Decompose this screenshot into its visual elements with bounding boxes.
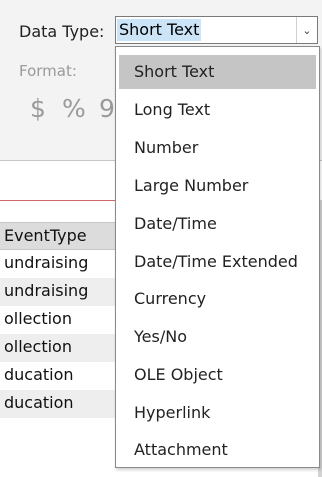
format-label: Format: — [19, 62, 77, 80]
dropdown-option[interactable]: Date/Time Extended — [119, 245, 316, 279]
data-type-label: Data Type: — [19, 22, 105, 41]
comma-style-icon[interactable]: 9 — [99, 94, 115, 123]
dropdown-option[interactable]: OLE Object — [119, 358, 316, 392]
data-type-dropdown-list[interactable]: Short Text Long Text Number Large Number… — [115, 46, 320, 468]
data-type-select[interactable]: Short Text ⌄ — [115, 16, 318, 44]
dropdown-option[interactable]: Short Text — [119, 55, 316, 89]
dropdown-option[interactable]: Yes/No — [119, 320, 316, 354]
dropdown-option[interactable]: Large Number — [119, 169, 316, 203]
table-cell[interactable]: ducation — [4, 365, 74, 384]
percent-icon[interactable]: % — [62, 94, 86, 123]
table-cell[interactable]: ollection — [4, 337, 72, 356]
dropdown-option[interactable]: Date/Time — [119, 207, 316, 241]
dropdown-option[interactable]: Currency — [119, 282, 316, 316]
dropdown-option[interactable]: Hyperlink — [119, 396, 316, 430]
data-type-value: Short Text — [117, 19, 202, 41]
dropdown-option[interactable]: Long Text — [119, 93, 316, 127]
chevron-down-icon[interactable]: ⌄ — [296, 17, 317, 43]
table-cell[interactable]: ducation — [4, 393, 74, 412]
currency-icon[interactable]: $ — [30, 94, 46, 123]
table-cell[interactable]: undraising — [4, 253, 88, 272]
table-cell[interactable]: ollection — [4, 309, 72, 328]
dropdown-option[interactable]: Attachment — [119, 433, 316, 467]
dropdown-option[interactable]: Number — [119, 131, 316, 165]
table-cell[interactable]: undraising — [4, 281, 88, 300]
column-header-eventtype[interactable]: EventType — [4, 226, 87, 245]
